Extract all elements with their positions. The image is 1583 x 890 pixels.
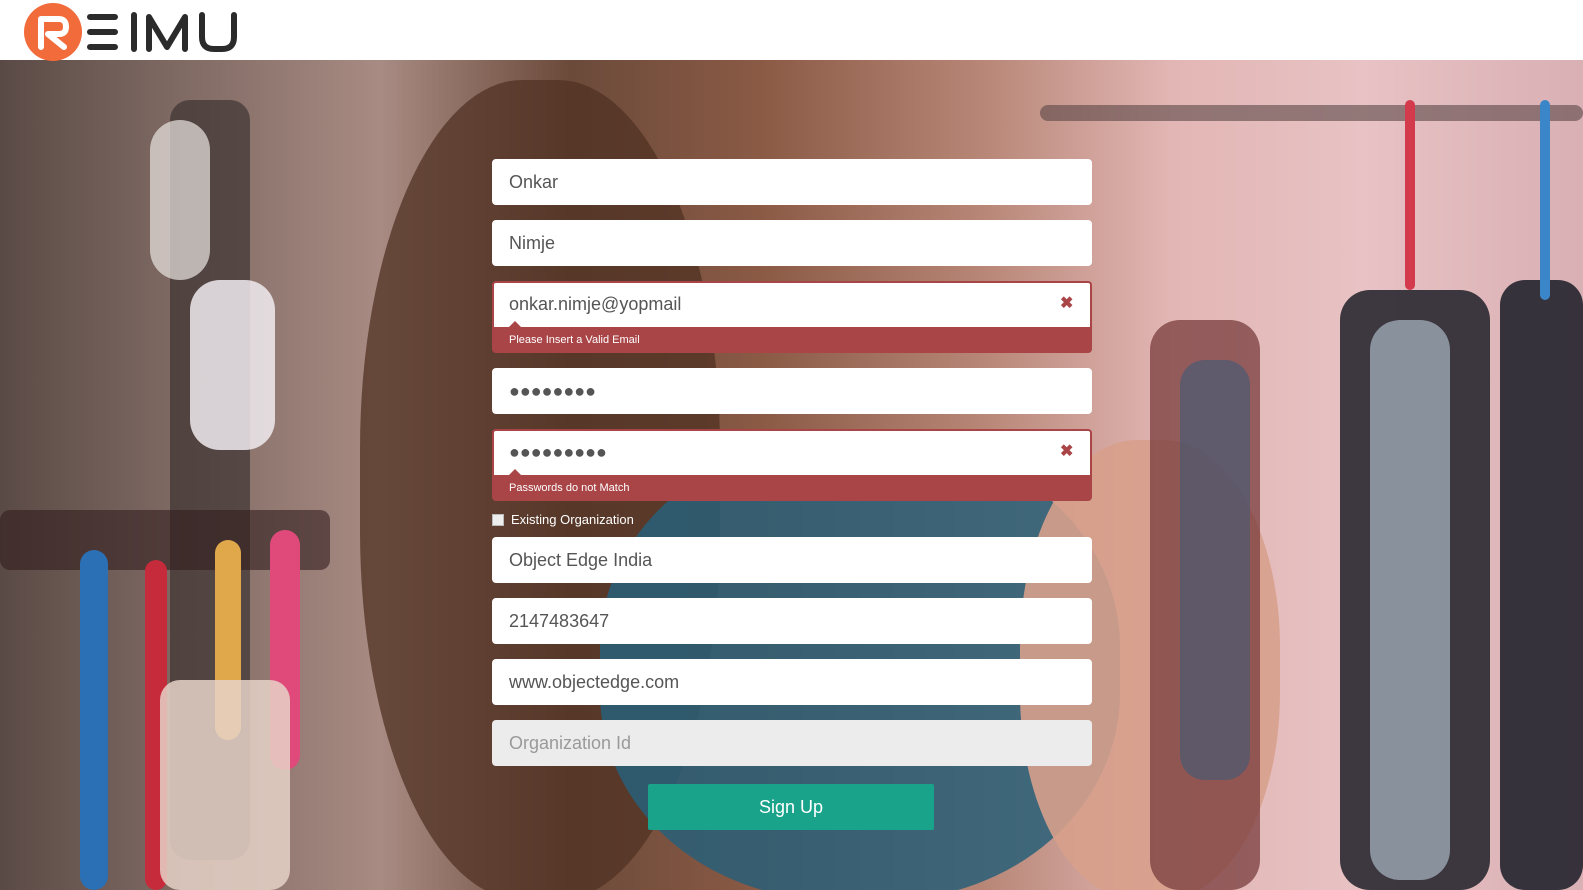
email-value: onkar.nimje@yopmail <box>509 294 682 314</box>
password-error-text: Passwords do not Match <box>509 482 630 494</box>
existing-organization-label: Existing Organization <box>511 511 634 527</box>
email-field[interactable]: onkar.nimje@yopmail ✖ <box>492 281 1092 327</box>
password-field[interactable]: ●●●●●●●● <box>492 368 1092 414</box>
app-header <box>0 0 1583 61</box>
website-field[interactable]: www.objectedge.com <box>492 659 1092 705</box>
confirm-password-field[interactable]: ●●●●●●●●● ✖ <box>492 429 1092 475</box>
confirm-password-value: ●●●●●●●●● <box>509 442 607 462</box>
password-value: ●●●●●●●● <box>509 381 596 401</box>
existing-organization-row: Existing Organization <box>492 501 1092 537</box>
close-icon[interactable]: ✖ <box>1060 443 1074 461</box>
last-name-value: Nimje <box>509 233 556 253</box>
sign-up-button[interactable]: Sign Up <box>648 784 934 830</box>
signup-form: Onkar Nimje onkar.nimje@yopmail ✖ Please… <box>492 159 1092 766</box>
password-error-message: Passwords do not Match <box>492 469 1092 501</box>
reimu-logo[interactable] <box>24 3 269 61</box>
organization-name-field[interactable]: Object Edge India <box>492 537 1092 583</box>
organization-id-placeholder: Organization Id <box>509 733 632 753</box>
error-tooltip-arrow <box>509 321 521 327</box>
close-icon[interactable]: ✖ <box>1060 295 1074 313</box>
website-value: www.objectedge.com <box>509 672 680 692</box>
first-name-value: Onkar <box>509 172 559 192</box>
phone-value: 2147483647 <box>509 611 610 631</box>
existing-organization-checkbox[interactable] <box>492 514 504 526</box>
error-tooltip-arrow <box>509 469 521 475</box>
email-error-message: Please Insert a Valid Email <box>492 321 1092 353</box>
phone-field[interactable]: 2147483647 <box>492 598 1092 644</box>
email-error-text: Please Insert a Valid Email <box>509 334 640 346</box>
organization-name-value: Object Edge India <box>509 550 653 570</box>
first-name-field[interactable]: Onkar <box>492 159 1092 205</box>
last-name-field[interactable]: Nimje <box>492 220 1092 266</box>
organization-id-field[interactable]: Organization Id <box>492 720 1092 766</box>
